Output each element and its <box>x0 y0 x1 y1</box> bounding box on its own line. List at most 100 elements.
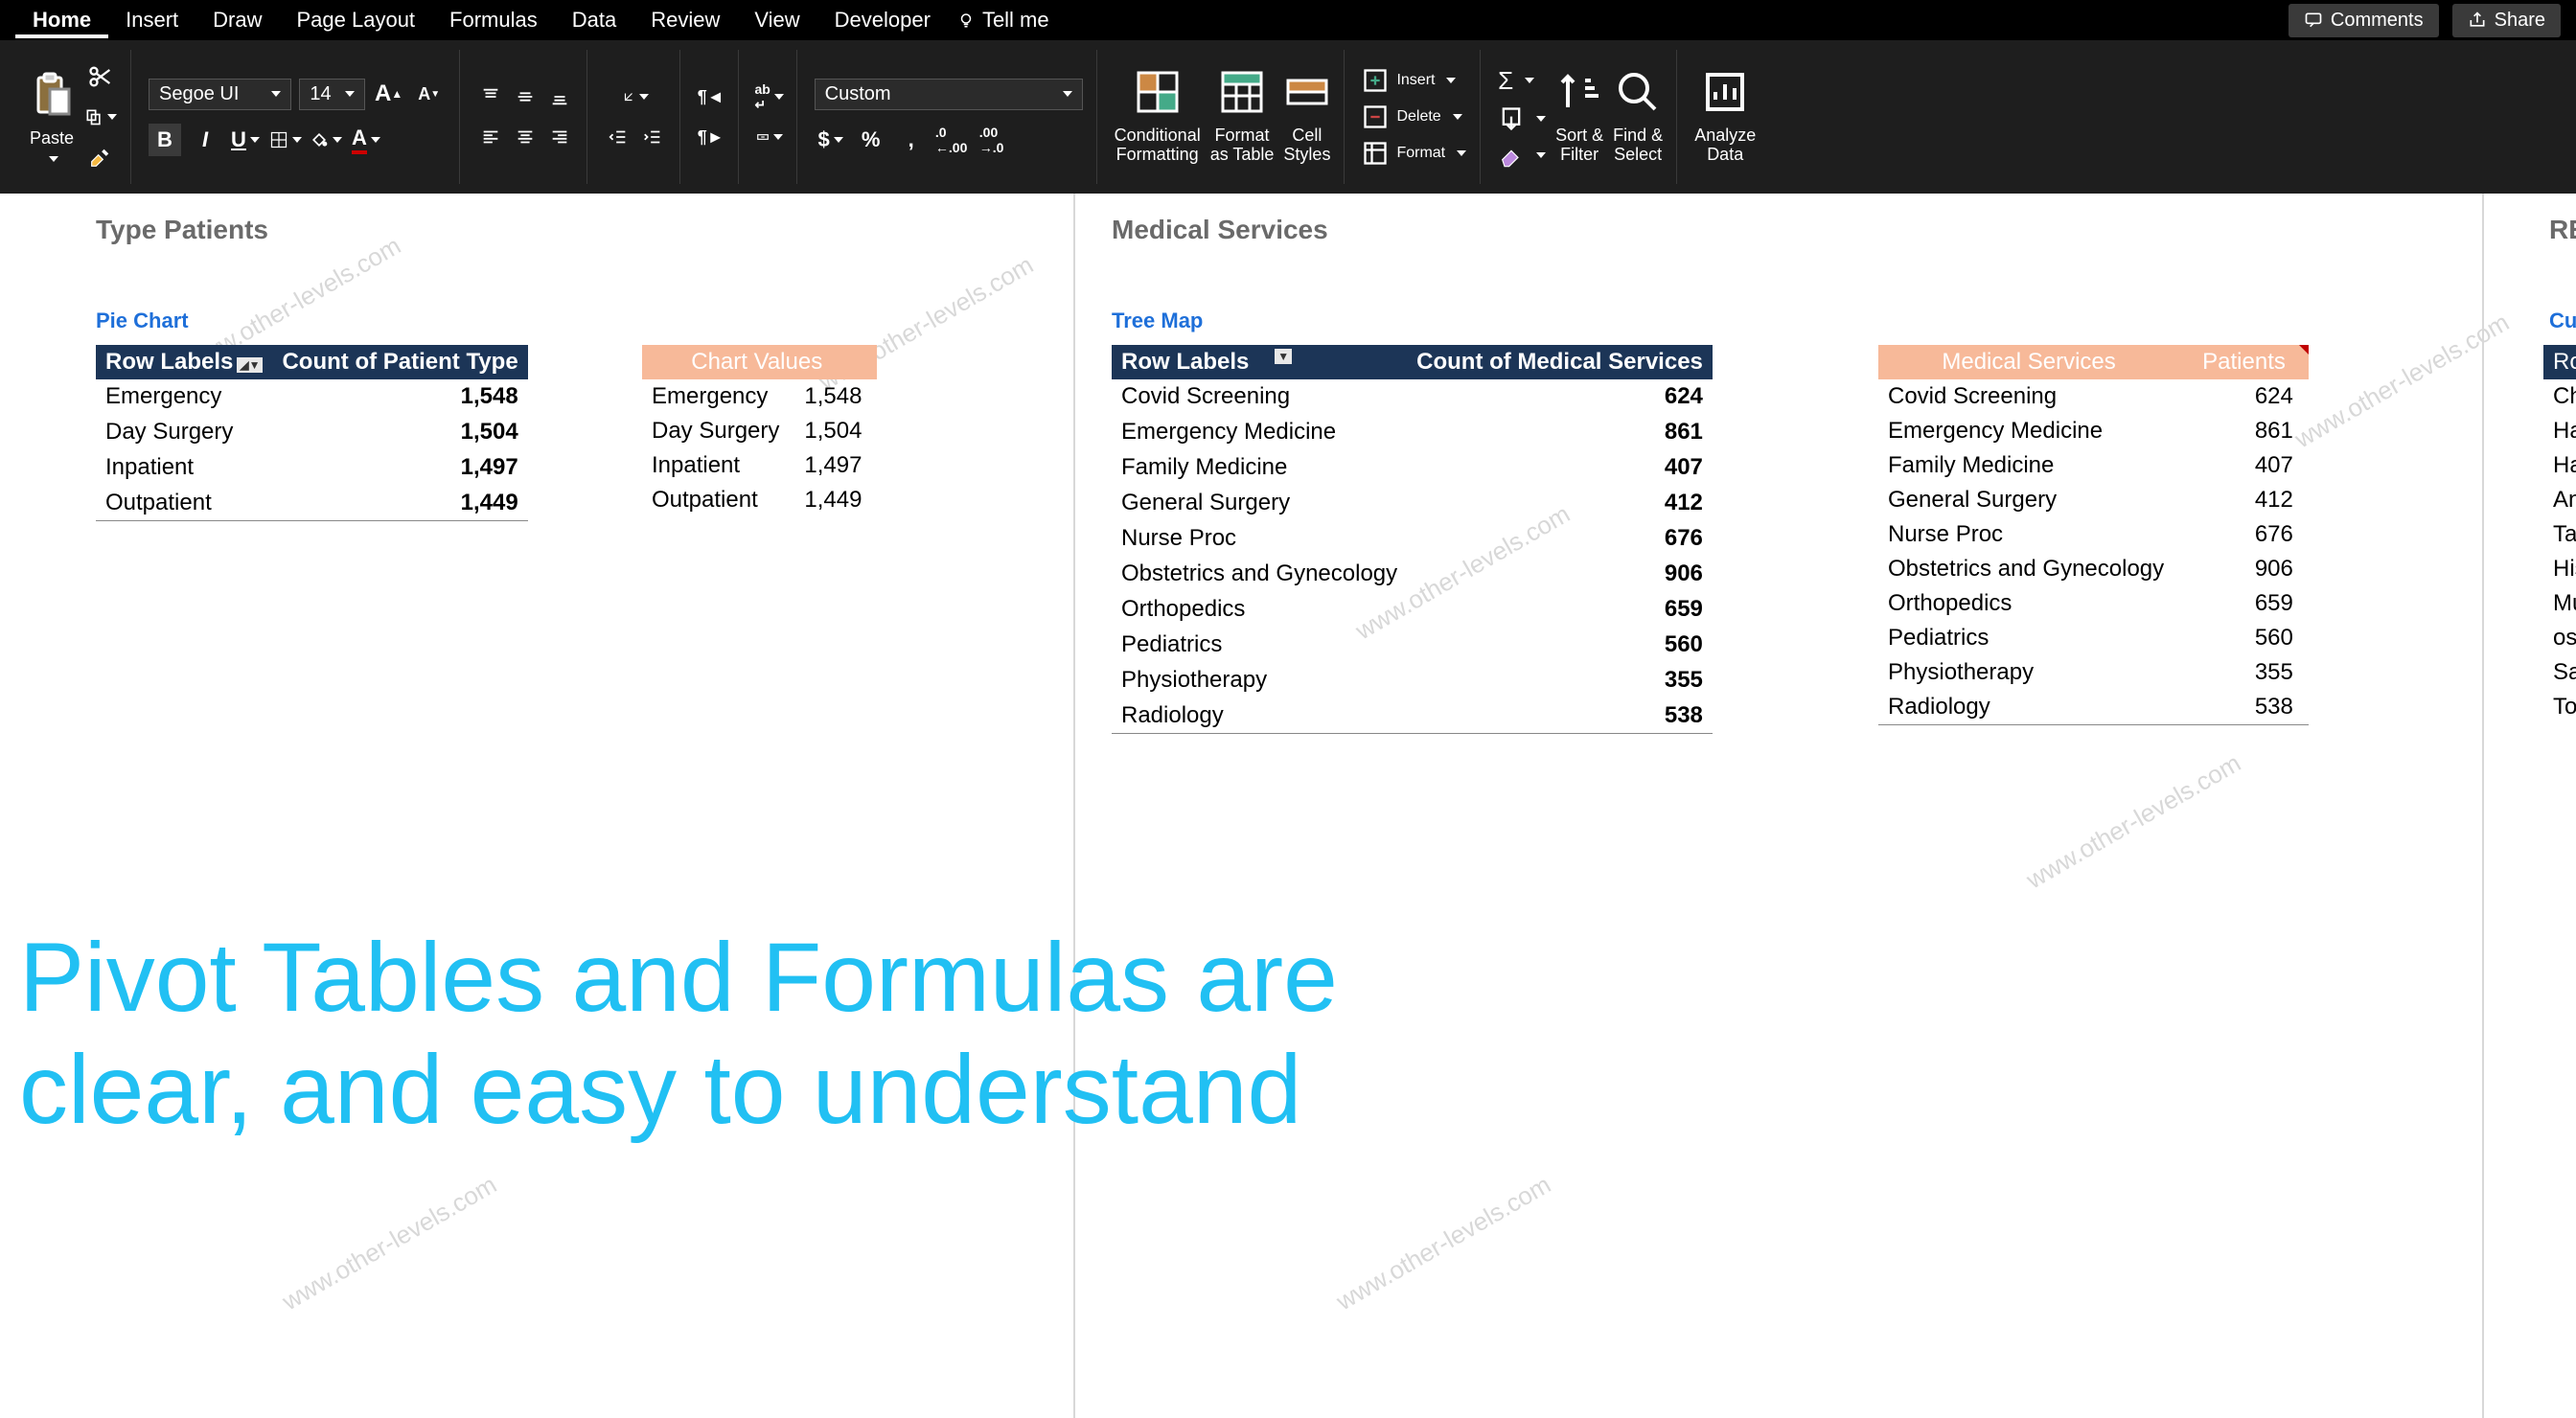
chart-values-table[interactable]: Chart Values Emergency1,548 Day Surgery1… <box>642 345 877 517</box>
align-left-button[interactable] <box>477 124 504 150</box>
copy-button[interactable] <box>84 101 117 133</box>
watermark: www.other-levels.com <box>2289 308 2514 454</box>
analyze-data-button[interactable]: Analyze Data <box>1694 69 1756 165</box>
pivot-table-medical-services[interactable]: Row Labels▼ Count of Medical Services Co… <box>1112 345 1713 734</box>
fill-down-icon <box>1498 105 1525 132</box>
align-right-button[interactable] <box>546 124 573 150</box>
insert-icon <box>1362 67 1389 94</box>
chart-title-pie: Pie Chart <box>96 309 189 333</box>
decrease-decimal-button[interactable]: .00→.0 <box>976 124 1008 156</box>
increase-decimal-button[interactable]: .0←.00 <box>935 124 968 156</box>
worksheet-area[interactable]: www.other-levels.com www.other-levels.co… <box>0 194 2576 1418</box>
fill-color-button[interactable] <box>310 124 342 156</box>
chart-title-cul: Cul <box>2549 309 2576 333</box>
share-label: Share <box>2495 10 2545 32</box>
align-middle-button[interactable] <box>512 83 539 110</box>
comments-button[interactable]: Comments <box>2288 4 2439 37</box>
ltr-button[interactable]: ¶► <box>698 124 724 150</box>
comma-button[interactable]: , <box>895 124 928 156</box>
copy-icon <box>84 103 104 130</box>
increase-indent-button[interactable] <box>639 124 666 150</box>
group-text-dir: ¶◄ ¶► <box>684 50 739 184</box>
align-bottom-button[interactable] <box>546 83 573 110</box>
align-center-icon <box>515 126 536 148</box>
scissors-icon <box>87 63 114 90</box>
format-cells-button[interactable]: Format <box>1362 140 1466 167</box>
conditional-formatting-button[interactable]: Conditional Formatting <box>1115 69 1201 165</box>
indent-icon <box>642 126 663 148</box>
bold-button[interactable]: B <box>149 124 181 156</box>
font-name-select[interactable]: Segoe UI <box>149 79 291 110</box>
paste-button[interactable]: Paste <box>29 72 75 162</box>
wrap-text-button[interactable]: ab↵ <box>756 83 783 110</box>
delete-cells-button[interactable]: Delete <box>1362 103 1461 130</box>
format-painter-button[interactable] <box>84 141 117 173</box>
merge-icon <box>756 126 770 148</box>
decrease-font-button[interactable]: A▼ <box>413 78 446 110</box>
insert-cells-button[interactable]: Insert <box>1362 67 1456 94</box>
watermark: www.other-levels.com <box>1331 1170 1555 1316</box>
number-format-value: Custom <box>825 83 891 105</box>
cell-styles-button[interactable]: Cell Styles <box>1283 69 1330 165</box>
chevron-down-icon <box>834 137 843 143</box>
decrease-indent-button[interactable] <box>605 124 632 150</box>
tab-formulas[interactable]: Formulas <box>432 2 555 38</box>
font-color-button[interactable]: A <box>350 124 382 156</box>
chevron-down-icon <box>1446 78 1456 83</box>
table-row: Nurse Proc676 <box>1112 521 1713 557</box>
tab-home[interactable]: Home <box>15 2 108 38</box>
font-size-select[interactable]: 14 <box>299 79 364 110</box>
chevron-down-icon <box>1536 152 1546 158</box>
number-format-select[interactable]: Custom <box>815 79 1083 110</box>
tab-insert[interactable]: Insert <box>108 2 196 38</box>
merge-button[interactable] <box>756 124 783 150</box>
tab-developer[interactable]: Developer <box>817 2 948 38</box>
pivot1-header-rowlabels[interactable]: Row Labels◢▼ <box>96 345 272 379</box>
tab-page-layout[interactable]: Page Layout <box>280 2 433 38</box>
format-as-table-button[interactable]: Format as Table <box>1210 69 1275 165</box>
pivot-table-patient-type[interactable]: Row Labels◢▼ Count of Patient Type Emerg… <box>96 345 528 521</box>
tab-review[interactable]: Review <box>633 2 737 38</box>
sort-filter-button[interactable]: Sort & Filter <box>1555 69 1603 165</box>
underline-button[interactable]: U <box>229 124 262 156</box>
align-top-button[interactable] <box>477 83 504 110</box>
delete-label: Delete <box>1396 108 1440 126</box>
find-select-button[interactable]: Find & Select <box>1613 69 1663 165</box>
tell-me-search[interactable]: Tell me <box>957 8 1049 33</box>
chevron-down-icon <box>1453 114 1462 120</box>
autosum-button[interactable]: Σ <box>1498 66 1534 96</box>
currency-button[interactable]: $ <box>815 124 847 156</box>
clear-button[interactable] <box>1498 142 1546 169</box>
align-center-button[interactable] <box>512 124 539 150</box>
watermark: www.other-levels.com <box>2021 748 2245 895</box>
italic-button[interactable]: I <box>189 124 221 156</box>
increase-font-button[interactable]: A▲ <box>373 78 405 110</box>
rtl-button[interactable]: ¶◄ <box>698 83 724 110</box>
chevron-down-icon <box>1525 78 1534 83</box>
sort-dropdown-icon[interactable]: ▼ <box>1275 349 1292 364</box>
table-row: Obstetrics and Gynecology906 <box>1878 552 2309 586</box>
tab-data[interactable]: Data <box>555 2 633 38</box>
table-row: Day Surgery1,504 <box>96 415 528 450</box>
cut-button[interactable] <box>84 60 117 93</box>
medical-services-value-table[interactable]: Medical Services Patients Covid Screenin… <box>1878 345 2309 725</box>
chevron-down-icon <box>292 137 302 143</box>
tab-draw[interactable]: Draw <box>196 2 279 38</box>
percent-button[interactable]: % <box>855 124 887 156</box>
insert-label: Insert <box>1396 72 1435 89</box>
table-row: Pediatrics560 <box>1112 628 1713 663</box>
tab-view[interactable]: View <box>737 2 816 38</box>
table-row: Emergency Medicine861 <box>1112 415 1713 450</box>
chevron-down-icon <box>1536 116 1546 122</box>
orientation-icon <box>622 86 635 107</box>
paste-label: Paste <box>30 129 74 149</box>
section-title-medical-services: Medical Services <box>1112 215 1328 245</box>
font-name-value: Segoe UI <box>159 83 239 105</box>
pivot2-header-rowlabels[interactable]: Row Labels▼ <box>1112 345 1407 379</box>
share-button[interactable]: Share <box>2452 4 2561 37</box>
borders-button[interactable] <box>269 124 302 156</box>
sort-dropdown-icon[interactable]: ◢▼ <box>237 357 263 373</box>
orientation-button[interactable] <box>622 83 649 110</box>
table-row: Radiology538 <box>1112 698 1713 734</box>
fill-button[interactable] <box>1498 105 1546 132</box>
